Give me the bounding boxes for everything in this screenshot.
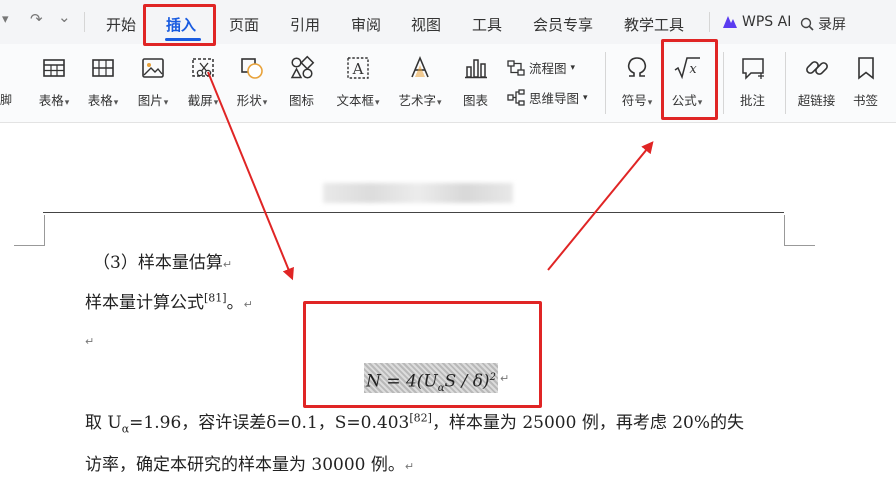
wps-ai-icon <box>723 16 737 28</box>
insert-bookmark-button[interactable]: 书签 <box>843 54 889 109</box>
menu-view[interactable]: 视图 <box>411 14 441 35</box>
wps-ai-button[interactable]: WPS AI <box>722 14 791 30</box>
insert-comment-button[interactable]: 批注 <box>730 54 776 109</box>
insert-table-button[interactable]: 表格▾ <box>31 54 77 109</box>
undo-dropdown-caret[interactable]: ▾ <box>2 12 9 27</box>
ribbon-divider <box>605 52 606 114</box>
insert-chart-button[interactable]: 图表 <box>453 54 499 109</box>
svg-text:A: A <box>352 60 364 78</box>
screen-record-label: 录屏 <box>818 17 846 33</box>
insert-bookmark-label: 书签 <box>852 93 878 108</box>
screenshot-icon <box>192 58 214 77</box>
header-rule <box>43 212 784 213</box>
insert-textbox-button[interactable]: A 文本框▾ <box>335 54 381 109</box>
comment-icon <box>742 58 764 80</box>
menu-teaching-tools[interactable]: 教学工具 <box>624 14 684 35</box>
ribbon-divider <box>723 52 724 114</box>
insert-symbol-button[interactable]: 符号▾ <box>614 54 660 109</box>
table-grid-icon <box>92 59 114 77</box>
flowchart-caret: ▾ <box>570 62 576 73</box>
body-paragraph-line2: 访率，确定本研究的样本量为 30000 例。↵ <box>85 455 415 475</box>
insert-flowchart-label: 流程图 <box>529 61 567 76</box>
omega-icon <box>627 57 647 77</box>
menu-references[interactable]: 引用 <box>290 14 320 35</box>
ribbon-insert: 脚 表格▾ 表格▾ 图片▾ 截屏▾ 形状▾ 图标 A 文本框▾ 艺术字▾ 图表 … <box>0 44 896 123</box>
screenshot-label: 截屏▾ <box>187 93 219 108</box>
bookmark-icon <box>858 57 874 80</box>
mindmap-caret: ▾ <box>583 92 588 103</box>
insert-shape-button[interactable]: 形状▾ <box>229 54 275 109</box>
insert-icons-button[interactable]: 图标 <box>279 54 325 109</box>
table-icon <box>43 59 65 77</box>
menu-home[interactable]: 开始 <box>106 14 136 35</box>
menu-divider <box>84 12 85 32</box>
insert-wordart-label: 艺术字▾ <box>398 93 442 108</box>
insert-comment-label: 批注 <box>739 93 765 108</box>
highlight-box-formula <box>303 301 542 408</box>
insert-icons-label: 图标 <box>288 93 314 108</box>
chart-icon <box>465 59 487 79</box>
ribbon-divider <box>785 52 786 114</box>
icons-icon <box>290 55 315 79</box>
highlight-box-insert-tab <box>143 4 216 46</box>
empty-paragraph: ↵ <box>85 335 95 348</box>
menu-page[interactable]: 页面 <box>229 14 259 35</box>
formula-intro-line: 样本量计算公式[81]。↵ <box>85 291 253 313</box>
insert-flowchart-button[interactable]: 流程图 ▾ <box>507 58 575 77</box>
wps-ai-label: WPS AI <box>742 14 792 30</box>
insert-picture-label: 图片▾ <box>137 93 169 108</box>
insert-symbol-label: 符号▾ <box>621 93 653 108</box>
page-corner-mark-left <box>14 215 45 246</box>
picture-icon <box>142 58 164 78</box>
flowchart-icon <box>507 59 525 76</box>
insert-shape-label: 形状▾ <box>236 93 268 108</box>
link-icon <box>806 61 828 75</box>
screen-record-button[interactable]: 录屏 <box>800 14 846 34</box>
ribbon-cut-label: 脚 <box>0 93 13 107</box>
redo-icon[interactable]: ↷ <box>30 10 43 28</box>
body-paragraph-line1: 取 Uα=1.96，容许误差δ=0.1，S=0.403[82]，样本量为 250… <box>85 411 745 436</box>
insert-picture-button[interactable]: 图片▾ <box>130 54 176 109</box>
section-heading: （3）样本量估算↵ <box>93 253 233 273</box>
page-header-blurred <box>323 183 513 203</box>
screenshot-button[interactable]: 截屏▾ <box>180 54 226 109</box>
menu-tools[interactable]: 工具 <box>472 14 502 35</box>
insert-hyperlink-label: 超链接 <box>797 93 836 108</box>
page-corner-mark-right <box>784 215 815 246</box>
insert-table-grid-button[interactable]: 表格▾ <box>80 54 126 109</box>
mindmap-icon <box>507 88 525 106</box>
insert-hyperlink-button[interactable]: 超链接 <box>794 54 840 109</box>
insert-mindmap-button[interactable]: 思维导图 ▾ <box>507 88 588 107</box>
menu-bar: ▾ ↷ ⌄ 开始 插入 页面 引用 审阅 视图 工具 会员专享 教学工具 WPS… <box>0 0 896 44</box>
menu-member[interactable]: 会员专享 <box>533 14 593 35</box>
insert-textbox-label: 文本框▾ <box>336 93 380 108</box>
insert-chart-label: 图表 <box>462 93 488 108</box>
insert-wordart-button[interactable]: 艺术字▾ <box>397 54 443 109</box>
menu-review[interactable]: 审阅 <box>351 14 381 35</box>
menu-divider <box>709 12 710 32</box>
search-icon <box>800 17 814 31</box>
highlight-box-equation-button <box>661 39 718 120</box>
shape-icon <box>241 58 263 79</box>
quick-access-more-icon[interactable]: ⌄ <box>58 8 71 26</box>
textbox-icon: A <box>347 57 369 79</box>
insert-table-label: 表格▾ <box>38 93 70 108</box>
wordart-icon <box>411 55 429 78</box>
insert-mindmap-label: 思维导图 <box>529 91 580 106</box>
insert-table-grid-label: 表格▾ <box>87 93 119 108</box>
